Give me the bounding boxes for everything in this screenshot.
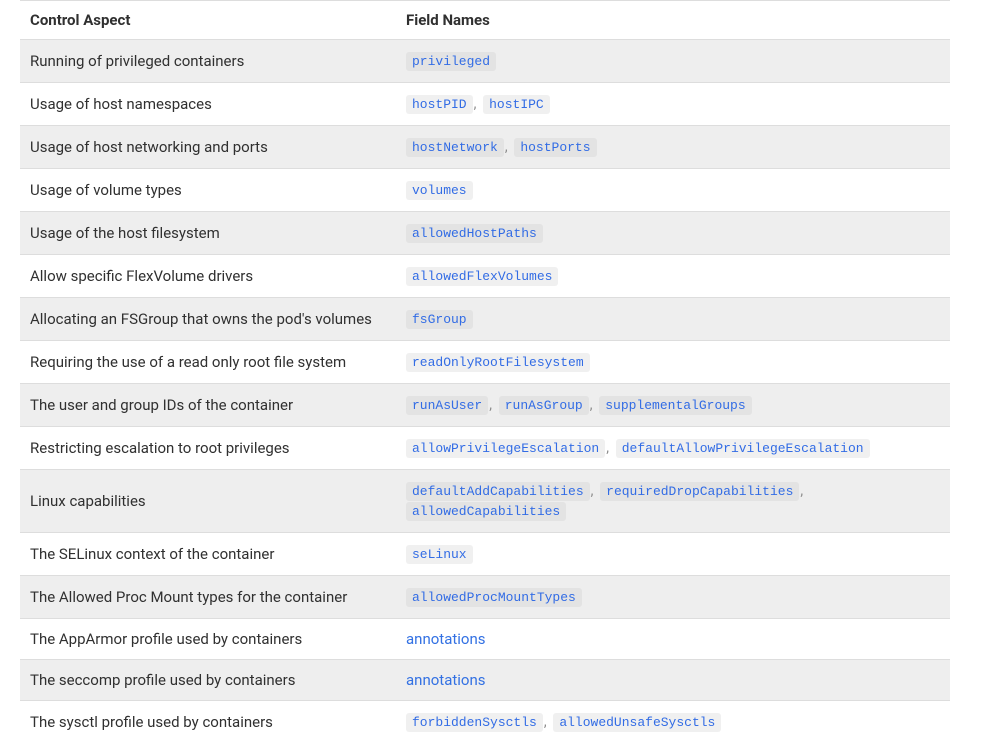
table-row: Usage of the host filesystem allowedHostP…	[20, 212, 950, 255]
table-row: Usage of host namespaceshostPID, hostIPC	[20, 83, 950, 126]
field-names-cell: allowedProcMountTypes	[396, 576, 950, 619]
control-aspect-cell: The AppArmor profile used by containers	[20, 619, 396, 660]
field-code[interactable]: defaultAddCapabilities	[406, 482, 590, 501]
field-code[interactable]: allowedUnsafeSysctls	[553, 713, 721, 732]
table-row: The Allowed Proc Mount types for the con…	[20, 576, 950, 619]
field-code[interactable]: hostNetwork	[406, 138, 504, 157]
field-separator: ,	[544, 714, 547, 730]
field-code[interactable]: hostPorts	[514, 138, 596, 157]
field-names-cell: privileged	[396, 40, 950, 83]
table-row: The sysctl profile used by containersfor…	[20, 701, 950, 743]
field-code[interactable]: hostPID	[406, 95, 473, 114]
field-link[interactable]: annotations	[406, 671, 485, 689]
control-aspect-cell: Allow specific FlexVolume drivers	[20, 255, 396, 298]
field-code[interactable]: privileged	[406, 52, 496, 71]
table-row: Running of privileged containers privileg…	[20, 40, 950, 83]
control-aspect-cell: Running of privileged containers	[20, 40, 396, 83]
table-row: Allocating an FSGroup that owns the pod'…	[20, 298, 950, 341]
field-link[interactable]: annotations	[406, 630, 485, 648]
control-aspect-cell: Usage of the host filesystem	[20, 212, 396, 255]
table-row: Linux capabilitiesdefaultAddCapabilities…	[20, 470, 950, 533]
field-code[interactable]: volumes	[406, 181, 473, 200]
field-names-cell: seLinux	[396, 533, 950, 576]
field-names-cell: annotations	[396, 660, 950, 701]
field-code[interactable]: allowedHostPaths	[406, 224, 543, 243]
field-separator: ,	[606, 440, 609, 456]
table-row: The seccomp profile used by containers an…	[20, 660, 950, 701]
field-code[interactable]: hostIPC	[483, 95, 550, 114]
table-row: The AppArmor profile used by containers a…	[20, 619, 950, 660]
field-names-cell: hostPID, hostIPC	[396, 83, 950, 126]
header-field-names: Field Names	[396, 1, 950, 40]
field-names-cell: fsGroup	[396, 298, 950, 341]
table-row: The user and group IDs of the containerr…	[20, 384, 950, 427]
table-row: Allow specific FlexVolume drivers allowed…	[20, 255, 950, 298]
field-code[interactable]: runAsGroup	[499, 396, 589, 415]
table-row: Usage of volume types volumes	[20, 169, 950, 212]
table-row: The SELinux context of the container seLi…	[20, 533, 950, 576]
field-names-cell: defaultAddCapabilities, requiredDropCapa…	[396, 470, 950, 533]
field-code[interactable]: runAsUser	[406, 396, 488, 415]
field-code[interactable]: allowedFlexVolumes	[406, 267, 558, 286]
field-names-cell: volumes	[396, 169, 950, 212]
control-aspect-cell: The user and group IDs of the container	[20, 384, 396, 427]
field-code[interactable]: allowPrivilegeEscalation	[406, 439, 605, 458]
control-aspect-cell: The sysctl profile used by containers	[20, 701, 396, 743]
field-names-cell: annotations	[396, 619, 950, 660]
field-names-cell: allowedFlexVolumes	[396, 255, 950, 298]
field-names-cell: forbiddenSysctls, allowedUnsafeSysctls	[396, 701, 950, 743]
field-separator: ,	[474, 96, 477, 112]
field-separator: ,	[505, 139, 508, 155]
field-code[interactable]: seLinux	[406, 545, 473, 564]
control-aspect-cell: Linux capabilities	[20, 470, 396, 533]
field-code[interactable]: readOnlyRootFilesystem	[406, 353, 590, 372]
control-aspect-cell: Allocating an FSGroup that owns the pod'…	[20, 298, 396, 341]
field-code[interactable]: requiredDropCapabilities	[600, 482, 799, 501]
control-aspect-cell: Usage of host networking and ports	[20, 126, 396, 169]
field-names-cell: hostNetwork, hostPorts	[396, 126, 950, 169]
control-aspect-cell: The Allowed Proc Mount types for the con…	[20, 576, 396, 619]
control-aspect-cell: The seccomp profile used by containers	[20, 660, 396, 701]
field-code[interactable]: defaultAllowPrivilegeEscalation	[616, 439, 870, 458]
field-code[interactable]: supplementalGroups	[599, 396, 751, 415]
control-aspect-table: Control Aspect Field Names Running of pr…	[20, 0, 950, 743]
field-code[interactable]: forbiddenSysctls	[406, 713, 543, 732]
control-aspect-cell: The SELinux context of the container	[20, 533, 396, 576]
field-names-cell: allowPrivilegeEscalation, defaultAllowPr…	[396, 427, 950, 470]
field-separator: ,	[489, 397, 492, 413]
field-separator: ,	[591, 483, 594, 499]
field-names-cell: allowedHostPaths	[396, 212, 950, 255]
control-aspect-cell: Requiring the use of a read only root fi…	[20, 341, 396, 384]
field-code[interactable]: allowedProcMountTypes	[406, 588, 582, 607]
field-names-cell: readOnlyRootFilesystem	[396, 341, 950, 384]
field-separator: ,	[800, 483, 803, 499]
field-code[interactable]: allowedCapabilities	[406, 502, 566, 521]
table-row: Requiring the use of a read only root fi…	[20, 341, 950, 384]
table-header-row: Control Aspect Field Names	[20, 1, 950, 40]
table-row: Usage of host networking and portshostNe…	[20, 126, 950, 169]
control-aspect-cell: Usage of volume types	[20, 169, 396, 212]
control-aspect-cell: Restricting escalation to root privilege…	[20, 427, 396, 470]
field-names-cell: runAsUser, runAsGroup, supplementalGroup…	[396, 384, 950, 427]
table-row: Restricting escalation to root privilege…	[20, 427, 950, 470]
control-aspect-cell: Usage of host namespaces	[20, 83, 396, 126]
field-separator: ,	[590, 397, 593, 413]
header-control-aspect: Control Aspect	[20, 1, 396, 40]
field-code[interactable]: fsGroup	[406, 310, 473, 329]
